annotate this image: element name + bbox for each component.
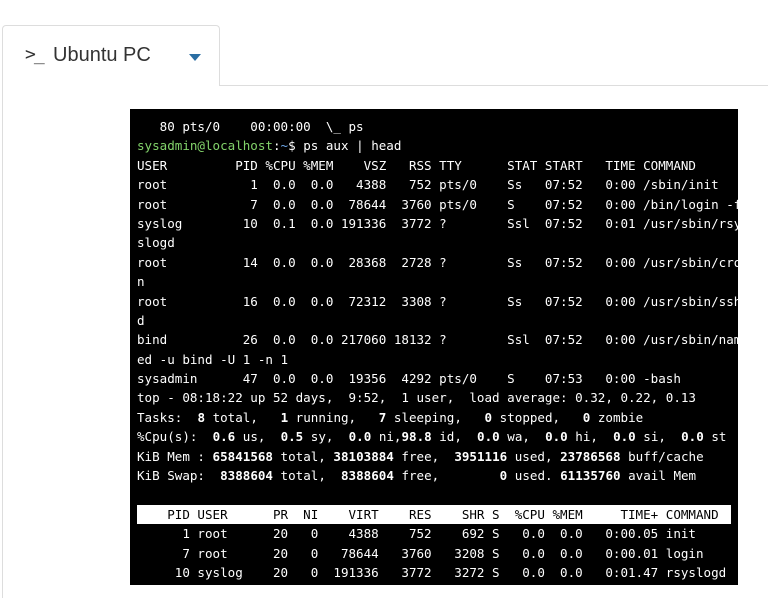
top-table-row: 7 root 20 0 78644 3760 3208 S 0.0 0.0 0:… bbox=[137, 545, 704, 561]
ps-row: root 7 0.0 0.0 78644 3760 pts/0 S 07:52 … bbox=[137, 196, 738, 212]
prompt-symbol: $ bbox=[288, 138, 304, 154]
top-swap: KiB Swap: 8388604 total, 8388604 free, 0… bbox=[137, 468, 697, 484]
ps-row-wrap: d bbox=[137, 312, 145, 328]
terminal-prompt-icon: >_ bbox=[25, 44, 45, 65]
top-table-row: 1 root 20 0 4388 752 692 S 0.0 0.0 0:00.… bbox=[137, 526, 696, 542]
tab-label: Ubuntu PC bbox=[53, 44, 151, 66]
prompt-separator: : bbox=[272, 138, 281, 154]
ps-row: root 14 0.0 0.0 28368 2728 ? Ss 07:52 0:… bbox=[137, 254, 738, 270]
terminal-line: 80 pts/0 00:00:00 \_ ps bbox=[137, 119, 364, 134]
ps-row: root 16 0.0 0.0 72312 3308 ? Ss 07:52 0:… bbox=[137, 293, 738, 309]
top-table-row: 10 syslog 20 0 191336 3772 3272 S 0.0 0.… bbox=[137, 564, 727, 580]
terminal-prompt-line: sysadmin@localhost:~$ ps aux | head bbox=[137, 136, 738, 155]
caret-down-icon[interactable] bbox=[189, 54, 201, 61]
ps-row: syslog 10 0.1 0.0 191336 3772 ? Ssl 07:5… bbox=[137, 215, 738, 231]
ps-row-wrap: n bbox=[137, 274, 145, 290]
ps-row-wrap: slogd bbox=[137, 235, 175, 251]
tab-ubuntu-pc[interactable]: >_ Ubuntu PC bbox=[2, 25, 220, 86]
terminal-window[interactable]: 80 pts/0 00:00:00 \_ ps sysadmin@localho… bbox=[130, 109, 738, 585]
ps-row: sysadmin 47 0.0 0.0 19356 4292 pts/0 S 0… bbox=[137, 371, 681, 387]
top-tasks: Tasks: 8 total, 1 running, 7 sleeping, 0… bbox=[137, 409, 644, 425]
content-panel-border bbox=[2, 85, 3, 598]
ps-row: bind 26 0.0 0.0 217060 18132 ? Ssl 07:52… bbox=[137, 332, 738, 348]
ps-header: USER PID %CPU %MEM VSZ RSS TTY STAT STAR… bbox=[137, 157, 696, 173]
prompt-path: ~ bbox=[280, 138, 289, 154]
top-table-header: PID USER PR NI VIRT RES SHR S %CPU %MEM … bbox=[137, 504, 731, 525]
tab-strip-border bbox=[220, 85, 768, 86]
ps-row: root 1 0.0 0.0 4388 752 pts/0 Ss 07:52 0… bbox=[137, 177, 719, 193]
top-summary: top - 08:18:22 up 52 days, 9:52, 1 user,… bbox=[137, 390, 696, 406]
top-cpu: %Cpu(s): 0.6 us, 0.5 sy, 0.0 ni,98.8 id,… bbox=[137, 429, 727, 445]
top-mem: KiB Mem : 65841568 total, 38103884 free,… bbox=[137, 448, 704, 464]
ps-row-wrap: ed -u bind -U 1 -n 1 bbox=[137, 351, 289, 367]
prompt-user-host: sysadmin@localhost bbox=[137, 138, 273, 154]
prompt-command: ps aux | head bbox=[303, 138, 402, 154]
